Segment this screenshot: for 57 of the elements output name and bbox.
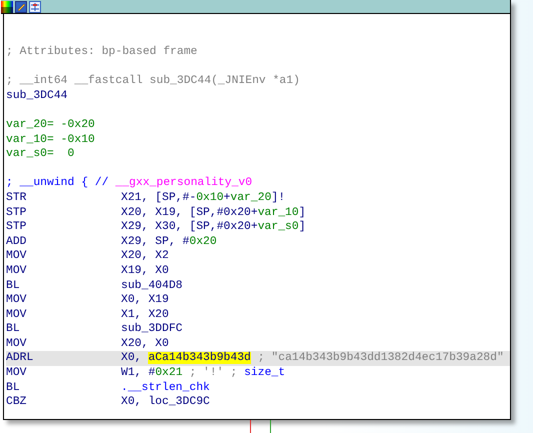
code-text: X1, X20 <box>121 308 169 322</box>
code-row[interactable]: MOV X20, X2 <box>6 249 510 264</box>
mnemonic-text: MOV <box>6 293 28 308</box>
code-row[interactable]: STR X21, [SP,#-0x10+var_20]! <box>6 190 510 206</box>
code-text: X21, [SP,#-0x10+var_20]! <box>121 190 286 206</box>
mnemonic-text: CBZ <box>6 395 28 410</box>
mnemonic-text: MOV <box>6 308 28 322</box>
code-row[interactable]: BL sub_404D8 <box>6 278 510 294</box>
code-text: X29, X30, [SP,#0x20+var_s0] <box>121 220 306 235</box>
mnemonic-text: MOV <box>6 336 28 352</box>
mnemonic-text: BL <box>6 380 21 396</box>
code-text: X20, X0 <box>121 336 169 352</box>
mnemonic-text: STP <box>6 220 28 235</box>
code-text: X0, loc_3DC9C <box>121 395 210 410</box>
code-row[interactable]: STP X29, X30, [SP,#0x20+var_s0] <box>6 220 510 235</box>
code-text: var_10= -0x10 <box>6 132 95 148</box>
code-row[interactable]: MOV W1, #0x21 ; '!' ; size_t <box>6 366 510 381</box>
edge-line <box>270 420 271 433</box>
code-row[interactable]: ADRL X0, aCa14b343b9b43d ; "ca14b343b9b43dd1382d4ec17b39a28d" <box>6 351 510 366</box>
code-text: X19, X0 <box>121 264 169 278</box>
code-row[interactable]: MOV X1, X20 <box>6 308 510 322</box>
mnemonic-text: ADRL <box>6 351 34 366</box>
code-text: X20, X2 <box>121 249 169 264</box>
code-text: sub_3DC44 <box>6 88 68 104</box>
code-text: var_20= -0x20 <box>6 118 95 133</box>
graph-icon[interactable] <box>29 0 41 12</box>
code-text: ; __unwind { // __gxx_personality_v0 <box>6 176 252 191</box>
mnemonic-text: MOV <box>6 264 28 278</box>
code-text: X29, SP, #0x20 <box>121 234 217 250</box>
code-text: X0, X19 <box>121 293 169 308</box>
code-text: var_s0= 0 <box>6 147 74 162</box>
mnemonic-text: BL <box>6 278 21 294</box>
mnemonic-text: MOV <box>6 366 28 381</box>
code-text: ; __int64 __fastcall sub_3DC44(_JNIEnv *a1) <box>6 74 300 89</box>
code-row[interactable]: CBZ X0, loc_3DC9C <box>6 395 510 410</box>
code-text: sub_3DDFC <box>121 322 183 337</box>
code-text: X0, aCa14b343b9b43d ; "ca14b343b9b43dd1382d4ec17b39a28d" <box>121 351 504 366</box>
code-row[interactable]: MOV X19, X0 <box>6 264 510 278</box>
mnemonic-text: ADD <box>6 234 28 250</box>
code-row[interactable]: ADD X29, SP, #0x20 <box>6 234 510 250</box>
code-text: W1, #0x21 ; '!' ; size_t <box>121 366 286 381</box>
mnemonic-text: BL <box>6 322 21 337</box>
code-text: sub_404D8 <box>121 278 183 294</box>
edge-line <box>250 420 251 433</box>
code-text: X20, X19, [SP,#0x20+var_10] <box>121 206 306 220</box>
edit-icon[interactable] <box>15 0 27 12</box>
mnemonic-text: STR <box>6 190 28 206</box>
code-row[interactable]: MOV X20, X0 <box>6 336 510 352</box>
code-text: .__strlen_chk <box>121 380 210 396</box>
mnemonic-text: STP <box>6 206 28 220</box>
mnemonic-text: MOV <box>6 249 28 264</box>
code-row[interactable]: MOV X0, X19 <box>6 293 510 308</box>
code-row[interactable]: BL .__strlen_chk <box>6 380 510 396</box>
code-row[interactable]: BL sub_3DDFC <box>6 322 510 337</box>
code-row[interactable]: STP X20, X19, [SP,#0x20+var_10] <box>6 206 510 220</box>
palette-icon[interactable] <box>1 0 13 12</box>
code-text: ; Attributes: bp-based frame <box>6 45 198 60</box>
